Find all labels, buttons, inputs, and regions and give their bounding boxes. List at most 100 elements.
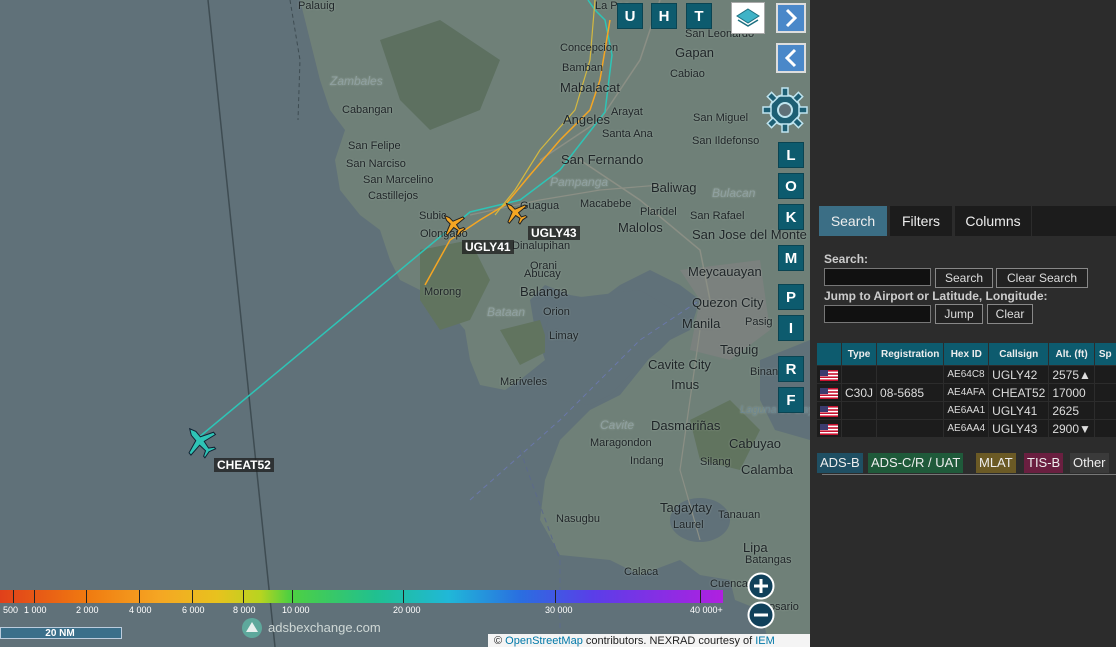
toggle-m-button[interactable]: M (778, 245, 804, 271)
col-hex-id[interactable]: Hex ID (944, 343, 989, 365)
registration-cell (877, 366, 944, 383)
openstreetmap-link[interactable]: OpenStreetMap (505, 635, 583, 647)
hex-cell: AE64C8 (944, 366, 989, 383)
toggle-r-button[interactable]: R (778, 356, 804, 382)
place-label: Silang (700, 456, 731, 468)
place-label: Bamban (562, 62, 603, 74)
flag-cell (817, 420, 841, 437)
table-row[interactable]: AE64C8 UGLY42 2575▲ (817, 366, 1116, 383)
place-label: Calaca (624, 566, 659, 578)
place-label: Plaridel (640, 206, 677, 218)
aircraft-label-cheat52[interactable]: CHEAT52 (214, 458, 274, 472)
us-flag-icon (820, 405, 838, 417)
place-label: San Marcelino (363, 174, 434, 186)
flag-cell (817, 384, 841, 401)
tab-columns[interactable]: Columns (955, 206, 1031, 236)
layers-button[interactable] (731, 2, 765, 34)
place-label: Cuenca (710, 578, 748, 590)
speed-cell (1094, 402, 1116, 419)
altitude-tick-label: 6 000 (182, 605, 205, 615)
zoom-in-button[interactable] (747, 572, 775, 600)
place-label: San Miguel (693, 112, 749, 124)
gear-icon[interactable] (761, 86, 809, 134)
place-label: Malolos (618, 220, 663, 235)
col-altitude[interactable]: Alt. (ft) (1049, 343, 1094, 365)
altitude-tick-mark (86, 590, 87, 603)
toggle-i-button[interactable]: I (778, 315, 804, 341)
col-speed[interactable]: Sp (1094, 343, 1116, 365)
expand-panel-button[interactable] (776, 3, 806, 33)
altitude-tick-mark (700, 590, 701, 603)
altitude-tick-label: 40 000+ (690, 605, 723, 615)
place-label: Gapan (675, 45, 715, 60)
clear-button[interactable]: Clear (987, 304, 1033, 324)
callsign-cell: UGLY43 (989, 420, 1049, 437)
tab-bar-filler (1032, 206, 1116, 236)
toggle-l-button[interactable]: L (778, 142, 804, 168)
table-row[interactable]: AE6AA1 UGLY41 2625 (817, 402, 1116, 419)
toggle-o-button[interactable]: O (778, 173, 804, 199)
aircraft-icon-ugly41[interactable] (438, 210, 468, 238)
jump-input[interactable] (824, 305, 931, 323)
place-label: Macabebe (580, 198, 632, 210)
aircraft-label-ugly43[interactable]: UGLY43 (528, 226, 580, 240)
altitude-cell: 2575▲ (1049, 366, 1094, 383)
place-label: Lipa (743, 540, 768, 555)
aircraft-icon-ugly43[interactable] (500, 198, 530, 226)
altitude-tick-mark (13, 590, 14, 603)
search-button[interactable]: Search (935, 268, 993, 288)
table-row[interactable]: AE6AA4 UGLY43 2900▼ (817, 420, 1116, 437)
col-type[interactable]: Type (842, 343, 877, 365)
map-attribution: © OpenStreetMap contributors. NEXRAD cou… (488, 634, 810, 647)
side-panel: Search Filters Columns Search: Search Cl… (810, 0, 1116, 647)
toggle-t-button[interactable]: T (686, 3, 712, 29)
toggle-h-button[interactable]: H (651, 3, 677, 29)
col-callsign[interactable]: Callsign (989, 343, 1049, 365)
col-registration[interactable]: Registration (877, 343, 944, 365)
collapse-panel-button[interactable] (776, 43, 806, 73)
place-label: Orion (543, 306, 570, 318)
place-label: Santa Ana (602, 128, 653, 140)
chevron-left-icon (784, 48, 797, 68)
place-label: Pasig (745, 316, 773, 328)
zoom-out-button[interactable] (747, 601, 775, 629)
us-flag-icon (820, 369, 838, 381)
map-view[interactable]: Palauig Zambales Cabangan San Felipe San Nar… (0, 0, 810, 647)
source-badge: TIS-B (1024, 453, 1064, 473)
place-label: Taguig (720, 342, 759, 357)
altitude-tick-label: 20 000 (393, 605, 421, 615)
place-label: Orani (530, 260, 557, 272)
altitude-tick-label: 500 (3, 605, 19, 615)
iem-link[interactable]: IEM (755, 635, 775, 647)
hex-cell: AE6AA4 (944, 420, 989, 437)
chevron-right-icon (785, 8, 798, 28)
col-flag[interactable] (817, 343, 841, 365)
place-label: Maragondon (590, 437, 652, 449)
tab-search[interactable]: Search (819, 206, 887, 236)
altitude-tick-label: 4 000 (129, 605, 152, 615)
toggle-f-button[interactable]: F (778, 387, 804, 413)
jump-button[interactable]: Jump (935, 304, 983, 324)
place-label: Manila (682, 316, 721, 331)
place-label: Cabangan (342, 104, 393, 116)
toggle-u-button[interactable]: U (617, 3, 643, 29)
table-row[interactable]: C30J 08-5685 AE4AFA CHEAT52 17000 (817, 384, 1116, 401)
tab-filters[interactable]: Filters (890, 206, 952, 236)
place-label: Bulacan (712, 186, 756, 200)
source-badge: MLAT (976, 453, 1016, 473)
attribution-prefix: © (494, 635, 503, 647)
clear-search-button[interactable]: Clear Search (996, 268, 1088, 288)
place-label: San Fernando (561, 152, 644, 167)
divider (822, 474, 1116, 475)
registration-cell (877, 402, 944, 419)
aircraft-icon-cheat52[interactable] (180, 423, 220, 459)
place-label: Tagaytay (660, 500, 713, 515)
aircraft-label-ugly41[interactable]: UGLY41 (462, 240, 514, 254)
toggle-k-button[interactable]: K (778, 204, 804, 230)
flag-cell (817, 366, 841, 383)
altitude-tick-label: 1 000 (24, 605, 47, 615)
search-input[interactable] (824, 268, 931, 286)
place-label: Dinalupihan (512, 240, 571, 252)
speed-cell (1094, 366, 1116, 383)
toggle-p-button[interactable]: P (778, 284, 804, 310)
